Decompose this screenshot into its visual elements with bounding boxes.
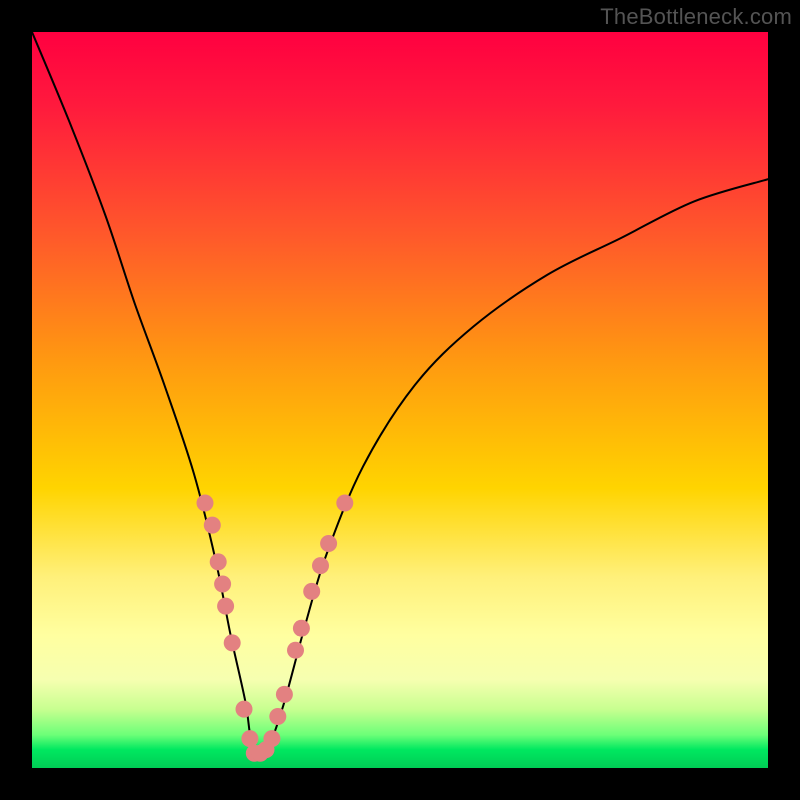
data-marker: [269, 708, 286, 725]
data-marker: [293, 620, 310, 637]
data-marker: [263, 730, 280, 747]
data-marker: [320, 535, 337, 552]
marker-group: [197, 495, 354, 762]
curve-layer: [32, 32, 768, 768]
data-marker: [276, 686, 293, 703]
data-marker: [197, 495, 214, 512]
plot-area: [32, 32, 768, 768]
watermark-text: TheBottleneck.com: [600, 4, 792, 30]
data-marker: [312, 557, 329, 574]
data-marker: [224, 634, 241, 651]
data-marker: [210, 553, 227, 570]
data-marker: [217, 598, 234, 615]
bottleneck-curve: [32, 32, 768, 751]
data-marker: [287, 642, 304, 659]
chart-frame: TheBottleneck.com: [0, 0, 800, 800]
data-marker: [204, 517, 221, 534]
data-marker: [303, 583, 320, 600]
data-marker: [214, 576, 231, 593]
data-marker: [241, 730, 258, 747]
data-marker: [236, 701, 253, 718]
data-marker: [336, 495, 353, 512]
